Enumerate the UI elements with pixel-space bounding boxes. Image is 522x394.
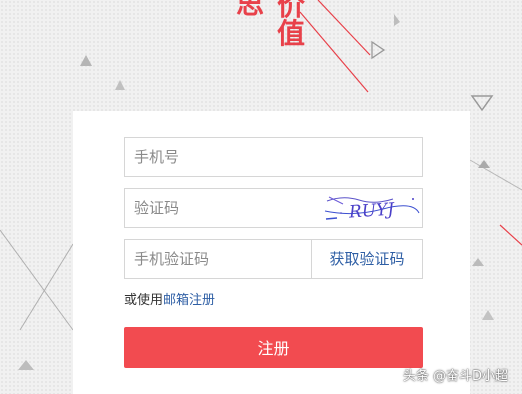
sms-code-input[interactable] (125, 240, 304, 278)
alt-register-prefix: 或使用 (124, 293, 164, 308)
get-code-button[interactable]: 获取验证码 (311, 240, 422, 278)
captcha-input[interactable] (125, 189, 314, 227)
banner-char-right-2: 值 (277, 17, 306, 50)
sms-code-field[interactable]: 获取验证码 (124, 239, 423, 279)
register-card: RUYJ 获取验证码 或使用邮箱注册 注册 (73, 111, 470, 394)
captcha-field[interactable]: RUYJ (124, 188, 423, 228)
captcha-image[interactable]: RUYJ (323, 191, 421, 225)
phone-field[interactable] (124, 137, 423, 177)
alt-register-line: 或使用邮箱注册 (124, 289, 215, 308)
phone-input[interactable] (125, 138, 414, 176)
banner-char-left: 思 (236, 0, 265, 20)
email-register-link[interactable]: 邮箱注册 (163, 293, 215, 308)
register-button[interactable]: 注册 (124, 327, 423, 368)
watermark: 头条 @奋斗D小超 (402, 369, 508, 384)
captcha-text: RUYJ (347, 199, 396, 222)
